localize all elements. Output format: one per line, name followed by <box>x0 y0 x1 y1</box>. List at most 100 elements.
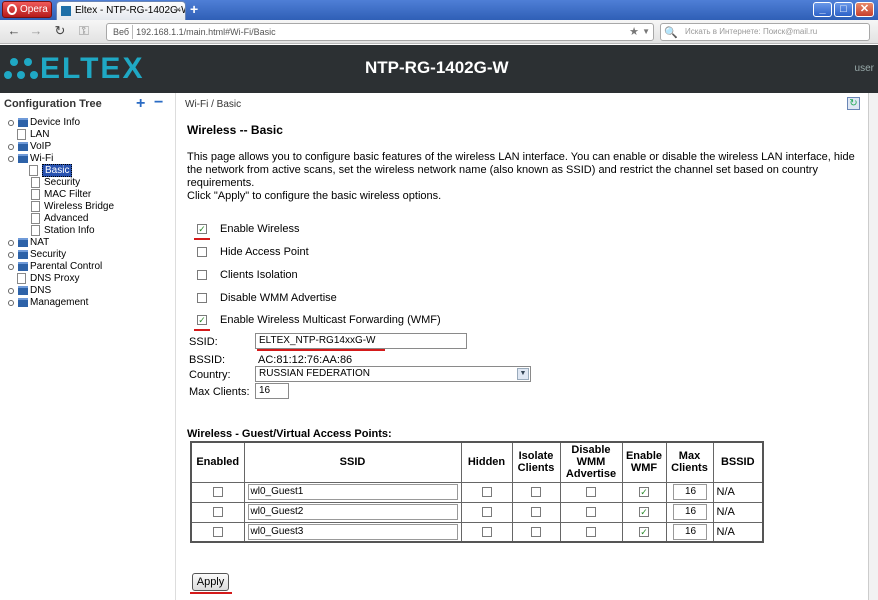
opera-menu-label: Opera <box>20 4 48 15</box>
page-icon <box>17 273 26 284</box>
user-label[interactable]: user <box>855 63 874 74</box>
tree-item-station-info[interactable]: Station Info <box>31 225 95 237</box>
row-enabled-checkbox[interactable] <box>212 526 223 537</box>
annotation-underline <box>194 238 210 240</box>
hide-access-point-checkbox[interactable] <box>197 247 207 257</box>
annotation-underline <box>257 349 385 351</box>
device-model: NTP-RG-1402G-W <box>365 58 509 77</box>
row-max-clients-input[interactable]: 16 <box>672 523 707 540</box>
tree-item-management[interactable]: Management <box>8 297 88 309</box>
ssid-input[interactable]: ELTEX_NTP-RG14xxG-W <box>255 333 467 349</box>
clients-isolation-label: Clients Isolation <box>220 269 298 281</box>
refresh-icon[interactable]: ↻ <box>847 97 860 110</box>
row-wmm-checkbox[interactable] <box>586 526 596 537</box>
tree-item-mac-filter[interactable]: MAC Filter <box>31 189 91 201</box>
new-tab-button[interactable]: + <box>190 1 198 17</box>
row-hidden-checkbox[interactable] <box>481 487 492 498</box>
enable-wireless-checkbox[interactable]: ✓ <box>197 224 207 234</box>
col-max-clients: Max Clients <box>665 441 714 483</box>
tree-item-wireless-bridge[interactable]: Wireless Bridge <box>31 201 114 213</box>
row-wmf-checkbox[interactable]: ✓ <box>639 487 649 498</box>
row-wmm-checkbox[interactable] <box>586 487 596 498</box>
row-wmf-checkbox[interactable]: ✓ <box>639 507 649 518</box>
reload-icon[interactable]: ↻ <box>52 23 68 39</box>
close-window-button[interactable]: ✕ <box>855 2 874 17</box>
search-input[interactable]: 🔍 Искать в Интернете: Поиск@mail.ru <box>660 23 870 41</box>
maximize-button[interactable]: □ <box>834 2 853 17</box>
row-isolate-checkbox[interactable] <box>531 526 541 537</box>
max-clients-label: Max Clients: <box>189 386 250 398</box>
folder-icon <box>18 250 28 259</box>
page-title: Wireless -- Basic <box>187 123 283 137</box>
row-hidden-checkbox[interactable] <box>481 507 492 518</box>
row-isolate-checkbox[interactable] <box>531 487 541 498</box>
collapse-all-button[interactable]: − <box>154 94 163 112</box>
address-bar[interactable]: Веб 192.168.1.1/main.html#Wi-Fi/Basic ★ ▼ <box>106 23 654 41</box>
opera-menu-button[interactable]: Opera <box>2 1 52 18</box>
annotation-underline <box>194 329 210 331</box>
col-bssid: BSSID <box>712 441 764 483</box>
back-arrow-icon[interactable]: ← <box>6 23 22 39</box>
enable-wmf-checkbox[interactable]: ✓ <box>197 315 207 325</box>
page-icon <box>31 201 40 212</box>
key-icon[interactable]: ⚿ <box>76 23 92 39</box>
browser-nav-bar: ← → ↻ ⚿ Веб 192.168.1.1/main.html#Wi-Fi/B… <box>0 20 878 44</box>
scrollbar[interactable] <box>868 93 878 600</box>
col-wmf: Enable WMF <box>621 441 667 483</box>
browser-tab[interactable]: Eltex - NTP-RG-1402G-W × <box>56 1 186 20</box>
max-clients-input[interactable]: 16 <box>255 383 289 399</box>
clients-isolation-checkbox[interactable] <box>197 270 207 280</box>
page-icon <box>17 129 26 140</box>
star-icon[interactable]: ★ <box>629 24 639 40</box>
folder-icon <box>18 118 28 127</box>
web-badge: Веб <box>110 25 134 39</box>
address-dropdown-icon[interactable]: ▼ <box>642 24 650 40</box>
tree-item-wifi-security[interactable]: Security <box>31 177 80 189</box>
tree-item-device-info[interactable]: Device Info <box>8 117 80 129</box>
tree-item-wifi-basic[interactable]: Basic <box>29 164 73 177</box>
chevron-down-icon[interactable]: ▼ <box>517 368 529 380</box>
row-ssid-input[interactable]: wl0_Guest1 <box>247 484 458 500</box>
tab-close-icon[interactable]: × <box>175 2 181 19</box>
disable-wmm-label: Disable WMM Advertise <box>220 292 337 304</box>
tree-item-security[interactable]: Security <box>8 249 66 261</box>
tree-item-voip[interactable]: VoIP <box>8 141 51 153</box>
row-wmm-checkbox[interactable] <box>586 507 596 518</box>
apply-button[interactable]: Apply <box>192 573 229 591</box>
expand-all-button[interactable]: + <box>136 95 145 113</box>
row-isolate-checkbox[interactable] <box>531 507 541 518</box>
tree-item-parental-control[interactable]: Parental Control <box>8 261 102 273</box>
col-isolate: Isolate Clients <box>511 441 561 483</box>
row-ssid-input[interactable]: wl0_Guest3 <box>247 523 458 540</box>
tab-title: Eltex - NTP-RG-1402G-W <box>75 5 186 16</box>
tree-item-dns-proxy[interactable]: DNS Proxy <box>17 273 79 285</box>
minimize-button[interactable]: _ <box>813 2 832 17</box>
search-icon: 🔍 <box>664 27 678 39</box>
tree-item-advanced[interactable]: Advanced <box>31 213 88 225</box>
ssid-label: SSID: <box>189 336 218 348</box>
row-enabled-checkbox[interactable] <box>212 507 223 518</box>
folder-icon <box>18 142 28 151</box>
forward-arrow-icon[interactable]: → <box>28 23 44 39</box>
configuration-tree: Configuration Tree + − Device Info LAN V… <box>0 93 176 600</box>
table-row: wl0_Guest3 ✓ 16 N/A <box>190 521 764 543</box>
logo-text: ELTEX <box>40 52 145 85</box>
tree-item-nat[interactable]: NAT <box>8 237 49 249</box>
row-wmf-checkbox[interactable]: ✓ <box>639 526 649 537</box>
disable-wmm-checkbox[interactable] <box>197 293 207 303</box>
row-ssid-input[interactable]: wl0_Guest2 <box>247 504 458 520</box>
tree-item-lan[interactable]: LAN <box>17 129 49 141</box>
row-hidden-checkbox[interactable] <box>481 526 492 537</box>
table-row: wl0_Guest1 ✓ 16 N/A <box>190 481 764 503</box>
col-hidden: Hidden <box>460 441 513 483</box>
row-max-clients-input[interactable]: 16 <box>672 484 707 500</box>
row-max-clients-input[interactable]: 16 <box>672 504 707 520</box>
table-row: wl0_Guest2 ✓ 16 N/A <box>190 501 764 523</box>
row-enabled-checkbox[interactable] <box>212 487 223 498</box>
tree-item-dns[interactable]: DNS <box>8 285 51 297</box>
country-select[interactable]: RUSSIAN FEDERATION ▼ <box>255 366 531 382</box>
breadcrumb: Wi-Fi / Basic <box>185 99 242 110</box>
main-content: Wi-Fi / Basic ↻ Wireless -- Basic This p… <box>177 93 878 600</box>
annotation-underline <box>190 592 232 594</box>
page-icon <box>31 177 40 188</box>
